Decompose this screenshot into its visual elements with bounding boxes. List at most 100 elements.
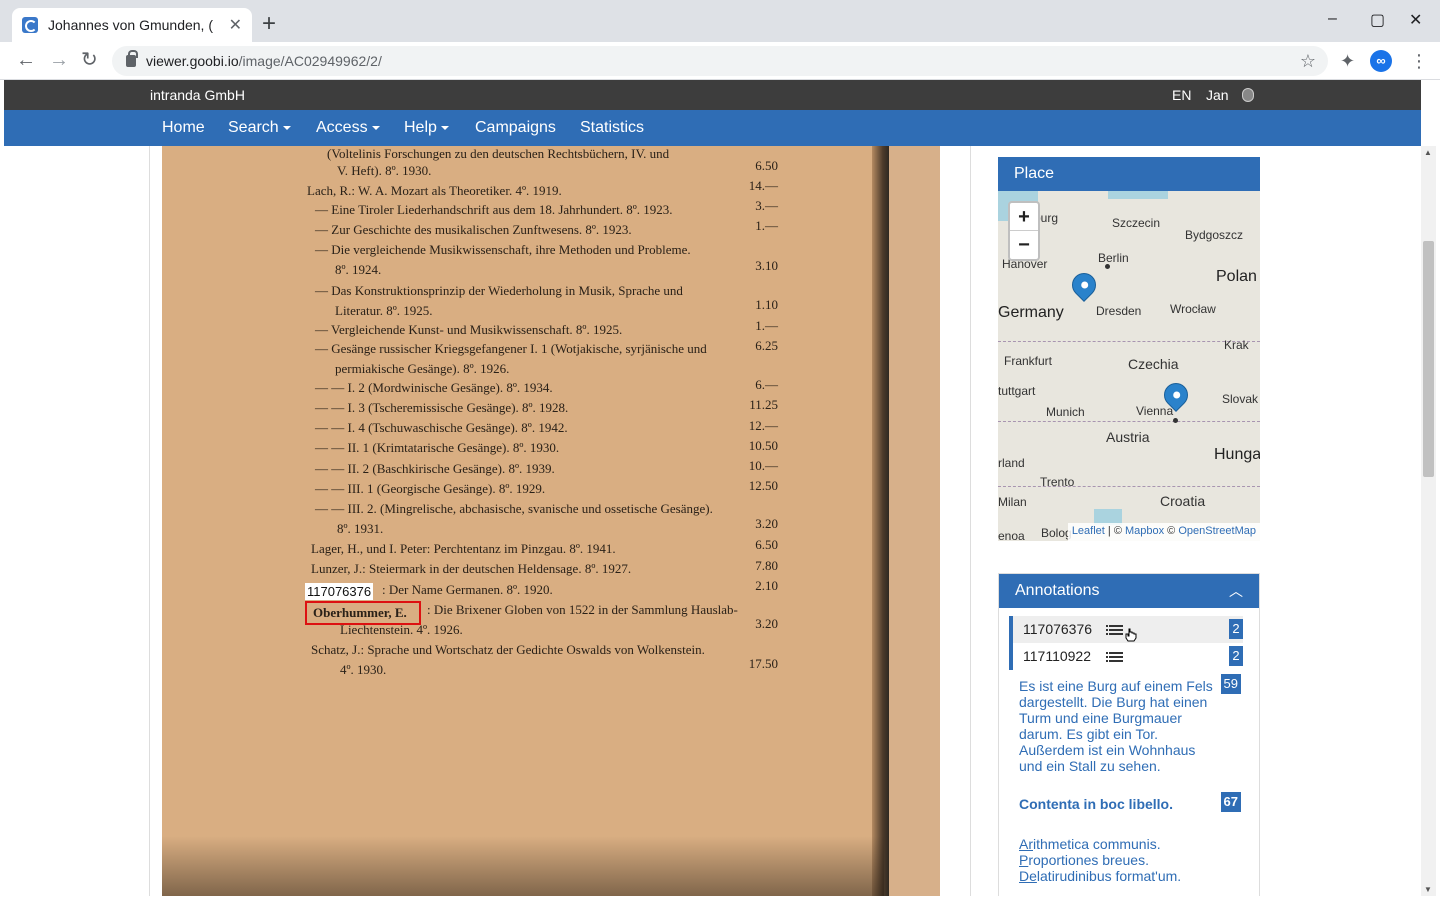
contents-line-rest: ithmetica communis. — [1033, 836, 1161, 852]
browser-toolbar: ← → ↻ viewer.goobi.io/image/AC02949962/2… — [0, 42, 1440, 80]
scan-price: 6.25 — [755, 338, 778, 353]
annotation-id: 117110922 — [1023, 648, 1091, 664]
image-viewer[interactable]: (Voltelinis Forschungen zu den deutschen… — [162, 146, 940, 896]
page-content: (Voltelinis Forschungen zu den deutschen… — [4, 146, 1421, 896]
tab-close-icon[interactable]: ✕ — [229, 15, 242, 35]
zoom-in-button[interactable]: + — [1010, 203, 1038, 231]
annotations-header[interactable]: Annotations ︿ — [999, 574, 1259, 608]
nav-help[interactable]: Help — [404, 119, 449, 137]
page-scrollbar[interactable]: ▲ ▼ — [1421, 146, 1436, 896]
scan-text-line: : Die Brixener Globen von 1522 in der Sa… — [427, 602, 738, 617]
bookmark-star-icon[interactable]: ☆ — [1300, 51, 1316, 72]
contents-line: Delatirudinibus format'um. — [1019, 868, 1213, 884]
place-widget: Place burg Szczecin Bydgoszcz Berlin Han… — [998, 157, 1260, 541]
country-border — [998, 486, 1260, 487]
extensions-puzzle-icon[interactable]: ✦ — [1340, 51, 1355, 72]
nav-home[interactable]: Home — [162, 119, 205, 137]
forward-icon[interactable]: → — [49, 50, 69, 70]
scan-price: 3.— — [755, 198, 778, 213]
nav-campaigns[interactable]: Campaigns — [475, 119, 556, 137]
map-label-slovakia: Slovak — [1222, 392, 1259, 406]
reload-icon[interactable]: ↻ — [81, 50, 98, 70]
language-switch[interactable]: EN — [1172, 87, 1191, 103]
chevron-up-icon[interactable]: ︿ — [1229, 574, 1243, 608]
scroll-down-icon[interactable]: ▼ — [1424, 885, 1432, 894]
map-label-austria: Austria — [1106, 429, 1150, 445]
annotation-count-badge: 2 — [1229, 646, 1243, 666]
annotation-text-item[interactable]: Contenta in boc libello. 67 — [1009, 788, 1243, 812]
leaflet-link[interactable]: Leaflet — [1072, 525, 1105, 537]
map-label-genoa: enoa — [998, 529, 1025, 541]
mapbox-link[interactable]: Mapbox — [1125, 525, 1164, 537]
user-avatar-icon[interactable] — [1242, 88, 1254, 102]
scan-price: 6.50 — [755, 158, 778, 173]
scan-text-line: V. Heft). 8º. 1930. — [337, 163, 432, 178]
annotation-item[interactable]: 117110922 2 — [1009, 643, 1243, 670]
contents-line: Proportiones breues. — [1019, 852, 1213, 868]
close-window-icon[interactable]: ✕ — [1409, 10, 1422, 30]
scan-text-line: — — I. 4 (Tschuwaschische Gesänge). 8º. … — [315, 420, 568, 435]
nav-search[interactable]: Search — [228, 119, 291, 137]
list-icon[interactable] — [1106, 652, 1123, 662]
scan-text-line: — — I. 2 (Mordwinische Gesänge). 8º. 193… — [315, 380, 553, 395]
map-label-wroclaw: Wrocław — [1170, 302, 1216, 316]
hand-cursor-icon — [1125, 628, 1137, 642]
user-menu[interactable]: Jan — [1206, 87, 1229, 103]
scan-text-line: Lach, R.: W. A. Mozart als Theoretiker. … — [307, 183, 562, 198]
nav-access[interactable]: Access — [316, 119, 380, 137]
org-name[interactable]: intranda GmbH — [150, 87, 245, 103]
scan-text-line: — Das Konstruktionsprinzip der Wiederhol… — [315, 283, 683, 298]
scan-price: 2.10 — [755, 578, 778, 593]
profile-avatar-icon[interactable]: ∞ — [1370, 50, 1392, 72]
scan-price: 3.20 — [755, 516, 778, 531]
scan-text-line: 4º. 1930. — [340, 662, 387, 677]
scan-text-line: — — II. 2 (Baschkirische Gesänge). 8º. 1… — [315, 461, 555, 476]
annotation-item[interactable]: 117076376 2 — [1009, 616, 1243, 643]
scan-text-line: — Die vergleichende Musikwissenschaft, i… — [315, 242, 691, 257]
browser-tab[interactable]: Johannes von Gmunden, ( ✕ — [12, 8, 252, 42]
nav-help-label: Help — [404, 119, 437, 136]
contents-line: Arithmetica communis. — [1019, 836, 1213, 852]
url-host: viewer.goobi.io — [146, 53, 239, 69]
scrollbar-thumb[interactable] — [1423, 241, 1434, 477]
zoom-out-button[interactable]: − — [1010, 231, 1038, 259]
map-label-krakow: Krak — [1224, 338, 1249, 352]
back-icon[interactable]: ← — [16, 50, 36, 70]
map-label-munich: Munich — [1046, 405, 1085, 419]
annotation-count-badge: 2 — [1229, 619, 1243, 639]
osm-link[interactable]: OpenStreetMap — [1178, 525, 1256, 537]
highlighted-author: Oberhummer, E. — [313, 605, 407, 620]
minimize-icon[interactable]: ‒ — [1328, 10, 1337, 28]
annotation-contents-list[interactable]: Arithmetica communis. Proportiones breue… — [1009, 828, 1243, 884]
maximize-icon[interactable]: ▢ — [1370, 10, 1385, 30]
contents-line-initial: De — [1019, 868, 1037, 884]
annotation-text-item[interactable]: Es ist eine Burg auf einem Fels dargeste… — [1009, 670, 1243, 774]
scan-text-line: 8º. 1924. — [335, 262, 382, 277]
contents-line-initial: Ar — [1019, 836, 1033, 852]
nav-search-label: Search — [228, 119, 279, 136]
map-marker-icon[interactable] — [1067, 268, 1101, 302]
map-label-vienna: Vienna — [1136, 404, 1174, 418]
annotations-title: Annotations — [1015, 582, 1100, 599]
scan-price: 1.— — [755, 318, 778, 333]
scan-text-line: 8º. 1931. — [337, 521, 384, 536]
nav-statistics[interactable]: Statistics — [580, 119, 644, 137]
map-label-trento: Trento — [1040, 475, 1075, 489]
scan-price: 17.50 — [748, 656, 778, 671]
list-icon[interactable] — [1106, 625, 1123, 635]
scan-text-line: — Gesänge russischer Kriegsgefangener I.… — [315, 341, 707, 356]
address-bar[interactable]: viewer.goobi.io/image/AC02949962/2/ ☆ — [112, 46, 1328, 76]
scroll-up-icon[interactable]: ▲ — [1424, 148, 1432, 157]
menu-kebab-icon[interactable]: ⋮ — [1410, 51, 1428, 72]
scan-price: 1.10 — [755, 297, 778, 312]
scan-text-line: (Voltelinis Forschungen zu den deutschen… — [327, 146, 670, 161]
place-map[interactable]: burg Szczecin Bydgoszcz Berlin Hanover P… — [998, 191, 1260, 541]
annotation-highlight-id[interactable]: 117076376 — [305, 583, 374, 600]
caret-down-icon — [282, 125, 291, 130]
map-zoom-control: + − — [1008, 201, 1040, 261]
place-widget-header: Place — [998, 157, 1260, 191]
scan-price: 11.25 — [749, 397, 778, 412]
new-tab-icon[interactable]: + — [262, 12, 276, 36]
map-label-switzerland: rland — [998, 456, 1025, 470]
city-dot — [1105, 264, 1110, 269]
